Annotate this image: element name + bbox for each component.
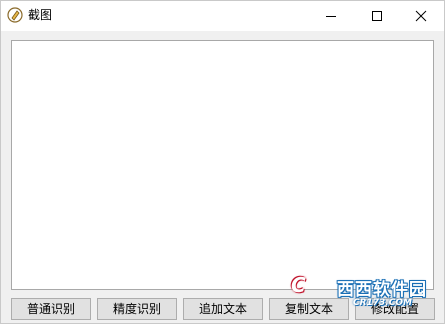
maximize-icon [372, 11, 382, 21]
window-title: 截图 [28, 8, 53, 22]
result-text-area[interactable] [11, 40, 434, 290]
modify-settings-button[interactable]: 修改配置 [355, 298, 435, 320]
minimize-button[interactable] [308, 1, 354, 31]
minimize-icon [326, 16, 336, 17]
app-window: 截图 普通识别 精度识别 追加文本 复制文本 修改配置 C 西西软件园 CR17… [0, 0, 445, 324]
title-bar[interactable]: 截图 [1, 1, 444, 31]
maximize-button[interactable] [354, 1, 400, 31]
copy-text-button[interactable]: 复制文本 [269, 298, 349, 320]
normal-recognize-button[interactable]: 普通识别 [11, 298, 91, 320]
accurate-recognize-button[interactable]: 精度识别 [97, 298, 177, 320]
append-text-button[interactable]: 追加文本 [183, 298, 263, 320]
pencil-icon [7, 7, 23, 23]
close-button[interactable] [398, 1, 444, 31]
close-icon [415, 10, 427, 22]
